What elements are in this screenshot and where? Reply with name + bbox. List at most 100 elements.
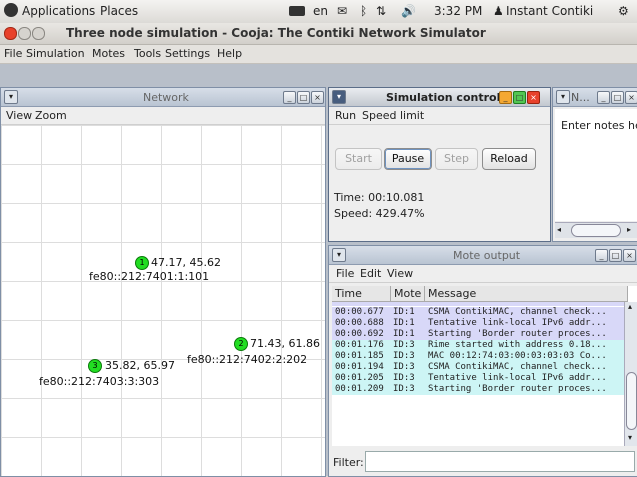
close-icon[interactable]: × <box>311 91 324 104</box>
scroll-right-arrow-icon[interactable]: ▸ <box>627 225 631 234</box>
menu-motes[interactable]: Motes <box>92 47 125 60</box>
network-menu-zoom[interactable]: Zoom <box>35 109 67 122</box>
simulation-control-titlebar[interactable]: ▾ Simulation control _ □ × <box>329 88 550 107</box>
menu-simulation[interactable]: Simulation <box>26 47 85 60</box>
minimize-icon[interactable]: _ <box>499 91 512 104</box>
mail-icon[interactable]: ✉ <box>337 4 347 18</box>
session-gear-icon[interactable]: ⚙ <box>618 4 629 18</box>
applications-menu[interactable]: Applications <box>22 4 95 18</box>
log-cell-time: 00:01.185 <box>335 351 384 361</box>
keyboard-icon[interactable] <box>289 6 305 16</box>
network-menu-view[interactable]: View <box>6 109 32 122</box>
clock[interactable]: 3:32 PM <box>434 4 482 18</box>
output-menu-edit[interactable]: Edit <box>360 267 381 280</box>
notes-horizontal-scrollbar[interactable]: ◂ ▸ <box>555 222 637 238</box>
log-row[interactable]: 00:00.692 ID:1 Starting 'Border router pro… <box>332 329 624 340</box>
window-titlebar: Three node simulation - Cooja: The Conti… <box>0 23 637 45</box>
window-system-menu-icon[interactable]: ▾ <box>556 90 570 104</box>
cooja-desktop: ▾ Network _ □ × View Zoom 1 47.17, 45.62… <box>0 64 637 477</box>
window-system-menu-icon[interactable]: ▾ <box>4 90 18 104</box>
filter-input[interactable] <box>365 451 635 472</box>
maximize-window-button[interactable] <box>32 27 45 40</box>
minimize-icon[interactable]: _ <box>595 249 608 262</box>
menu-help[interactable]: Help <box>217 47 242 60</box>
mote-1-coords: 47.17, 45.62 <box>151 256 221 269</box>
column-header-time[interactable]: Time <box>332 286 391 302</box>
mote-2-coords: 71.43, 61.86 <box>250 337 320 350</box>
step-button[interactable]: Step <box>435 148 478 170</box>
mote-output-menu: File Edit View <box>329 265 637 283</box>
user-menu[interactable]: Instant Contiki <box>506 4 593 18</box>
scroll-up-arrow-icon[interactable]: ▴ <box>628 302 632 311</box>
log-cell-time: 00:00.692 <box>335 329 384 339</box>
notes-titlebar[interactable]: ▾ N... _ □ × <box>553 88 637 107</box>
menu-file[interactable]: File <box>4 47 22 60</box>
log-row[interactable]: 00:01.176 ID:3 Rime started with address 0… <box>332 340 624 351</box>
network-icon[interactable]: ⇅ <box>376 4 386 18</box>
clipped-row <box>332 302 624 306</box>
scrollbar-thumb[interactable] <box>626 372 637 430</box>
log-row[interactable]: 00:01.205 ID:3 Tentative link-local IPv6 a… <box>332 373 624 384</box>
log-row[interactable]: 00:00.688 ID:1 Tentative link-local IPv6 a… <box>332 318 624 329</box>
close-window-button[interactable] <box>4 27 17 40</box>
notes-text-area[interactable]: Enter notes her <box>555 109 637 221</box>
sim-menu-run[interactable]: Run <box>335 109 356 122</box>
maximize-icon[interactable]: □ <box>611 91 624 104</box>
mote-3[interactable]: 3 <box>88 359 102 373</box>
column-header-mote[interactable]: Mote <box>391 286 425 302</box>
close-icon[interactable]: × <box>527 91 540 104</box>
reload-button[interactable]: Reload <box>482 148 536 170</box>
places-menu[interactable]: Places <box>100 4 138 18</box>
scroll-down-arrow-icon[interactable]: ▾ <box>628 433 632 442</box>
menu-settings[interactable]: Settings <box>165 47 210 60</box>
log-row[interactable]: 00:00.677 ID:1 CSMA ContikiMAC, channel ch… <box>332 307 624 318</box>
network-titlebar[interactable]: ▾ Network _ □ × <box>1 88 325 107</box>
ubuntu-logo-icon[interactable] <box>4 3 18 17</box>
column-header-message[interactable]: Message <box>425 286 628 302</box>
log-row[interactable]: 00:01.185 ID:3 MAC 00:12:74:03:00:03:03:03… <box>332 351 624 362</box>
log-row[interactable]: 00:01.209 ID:3 Starting 'Border router pro… <box>332 384 624 395</box>
log-cell-mote: ID:3 <box>393 373 415 383</box>
log-row[interactable]: 00:01.194 ID:3 CSMA ContikiMAC, channel ch… <box>332 362 624 373</box>
minimize-icon[interactable]: _ <box>597 91 610 104</box>
network-title: Network <box>143 91 189 104</box>
mote-output-titlebar[interactable]: ▾ Mote output _ □ × <box>329 246 637 265</box>
scroll-left-arrow-icon[interactable]: ◂ <box>557 225 561 234</box>
mote-output-table: Time Mote Message 00:00.677 ID:1 CSMA Cont… <box>332 286 637 446</box>
pause-button[interactable]: Pause <box>384 148 432 170</box>
log-cell-time: 00:01.176 <box>335 340 384 350</box>
simulation-control-title: Simulation control <box>386 91 501 104</box>
close-icon[interactable]: × <box>623 249 636 262</box>
window-system-menu-icon[interactable]: ▾ <box>332 248 346 262</box>
mote-2-address: fe80::212:7402:2:202 <box>187 353 308 366</box>
bluetooth-icon[interactable]: ᛒ <box>360 4 367 18</box>
start-button[interactable]: Start <box>335 148 382 170</box>
mote-2[interactable]: 2 <box>234 337 248 351</box>
notes-placeholder: Enter notes her <box>561 119 637 132</box>
mote-1[interactable]: 1 <box>135 256 149 270</box>
maximize-icon[interactable]: □ <box>297 91 310 104</box>
output-menu-view[interactable]: View <box>387 267 413 280</box>
user-icon: ♟ <box>493 4 504 18</box>
minimize-icon[interactable]: _ <box>283 91 296 104</box>
close-icon[interactable]: × <box>625 91 637 104</box>
log-cell-time: 00:00.688 <box>335 318 384 328</box>
maximize-icon[interactable]: □ <box>609 249 622 262</box>
volume-icon[interactable]: 🔊 <box>401 4 416 18</box>
window-system-menu-icon[interactable]: ▾ <box>332 90 346 104</box>
simulation-control-window: ▾ Simulation control _ □ × Run Speed lim… <box>328 87 551 242</box>
log-cell-msg: Tentative link-local IPv6 addr... <box>428 373 607 383</box>
keyboard-layout-indicator[interactable]: en <box>313 4 328 18</box>
scrollbar-thumb[interactable] <box>571 224 621 237</box>
maximize-icon[interactable]: □ <box>513 91 526 104</box>
simulation-speed: Speed: 429.47% <box>334 207 425 220</box>
output-menu-file[interactable]: File <box>336 267 354 280</box>
vertical-scrollbar[interactable]: ▴ ▾ <box>624 302 637 446</box>
minimize-window-button[interactable] <box>18 27 31 40</box>
log-cell-mote: ID:1 <box>393 329 415 339</box>
sim-menu-speed-limit[interactable]: Speed limit <box>362 109 424 122</box>
menu-tools[interactable]: Tools <box>134 47 161 60</box>
log-rows: 00:00.677 ID:1 CSMA ContikiMAC, channel ch… <box>332 307 624 446</box>
network-canvas[interactable]: 1 47.17, 45.62 fe80::212:7401:1:101 2 71… <box>1 125 325 476</box>
simulation-time: Time: 00:10.081 <box>334 191 425 204</box>
